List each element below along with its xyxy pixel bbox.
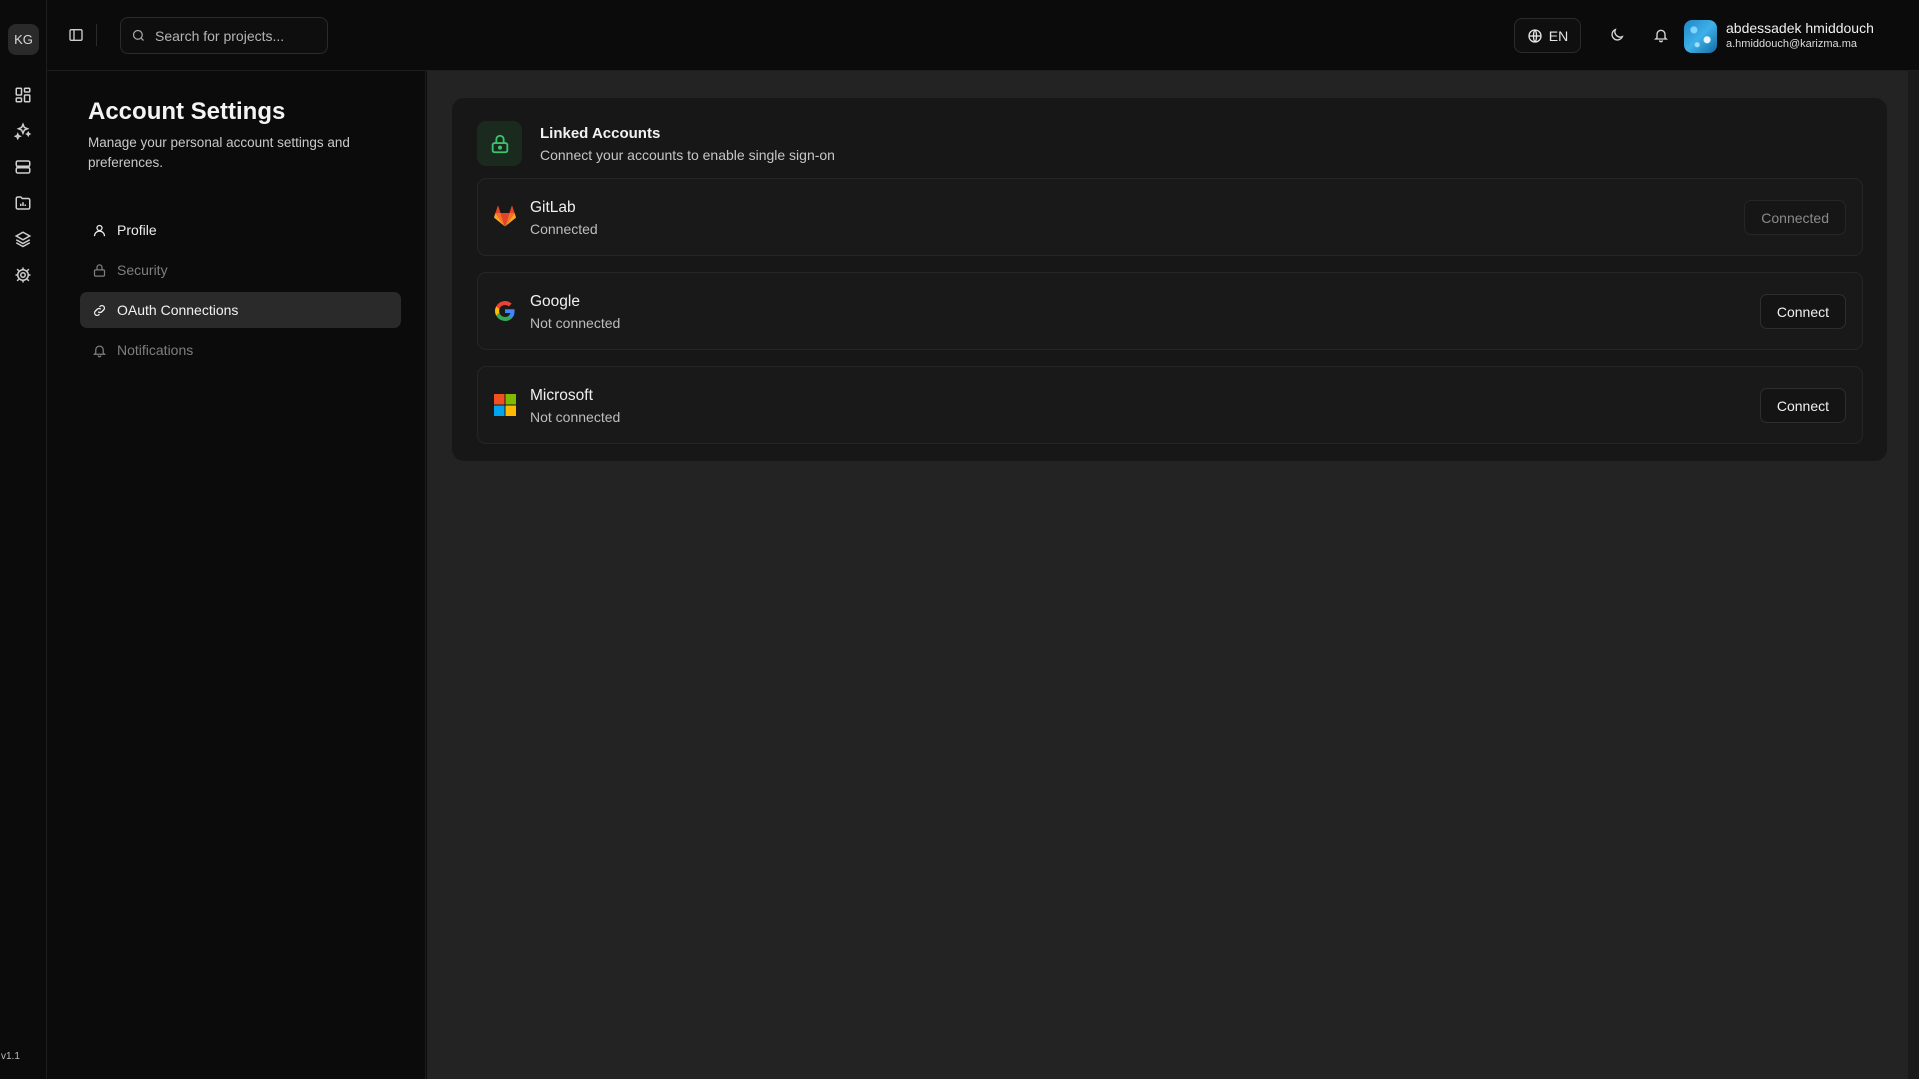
settings-sidebar: Account Settings Manage your personal ac… [47,71,426,1079]
page-subtitle: Manage your personal account settings an… [88,135,350,170]
provider-row-microsoft: Microsoft Not connected Connect [477,366,1863,444]
search-box[interactable] [120,17,328,54]
scrollbar[interactable] [1908,71,1919,1079]
provider-status: Not connected [530,409,621,425]
linked-accounts-card: Linked Accounts Connect your accounts to… [452,98,1887,461]
provider-name: Microsoft [530,387,593,404]
workspace-logo[interactable]: KG [8,24,39,55]
sparkles-icon[interactable] [12,120,34,142]
bell-icon [92,345,107,357]
google-icon [495,301,515,321]
dashboard-icon[interactable] [12,84,34,106]
app-version: v1.1 [1,1051,20,1062]
card-title: Linked Accounts [540,125,661,142]
provider-name: GitLab [530,199,576,216]
microsoft-icon [494,394,516,416]
globe-icon [1528,28,1542,43]
google-connect-button[interactable]: Connect [1759,294,1846,329]
provider-row-google: Google Not connected Connect [477,272,1863,350]
user-email: a.hmiddouch@karizma.ma [1726,38,1857,50]
provider-status: Not connected [530,315,621,331]
settings-nav-profile[interactable]: Profile [80,212,401,248]
provider-status: Connected [530,221,598,237]
page-title: Account Settings [88,98,286,125]
theme-toggle-moon-icon[interactable] [1607,25,1627,45]
settings-nav-label: Profile [117,222,157,238]
layers-icon[interactable] [12,228,34,250]
user-menu[interactable]: abdessadek hmiddouch a.hmiddouch@karizma… [1684,18,1919,54]
sidebar-toggle-icon[interactable] [66,25,86,45]
provider-name: Google [530,293,580,310]
settings-icon[interactable] [12,264,34,286]
language-button[interactable]: EN [1514,18,1581,53]
search-input[interactable] [155,27,325,44]
microsoft-connect-button[interactable]: Connect [1759,388,1846,423]
card-subtitle: Connect your accounts to enable single s… [540,147,835,163]
folder-chart-icon[interactable] [12,192,34,214]
lock-icon [93,263,106,277]
settings-nav-security[interactable]: Security [80,252,401,288]
settings-nav-label: Notifications [117,342,194,358]
settings-nav-label: OAuth Connections [117,302,239,318]
gitlab-connected-button[interactable]: Connected [1744,200,1846,235]
lock-icon [477,121,522,166]
icon-rail: KG v1.1 [0,0,47,1079]
settings-nav-oauth-connections[interactable]: OAuth Connections [80,292,401,328]
app-root: KG v1.1 EN [0,0,1919,1079]
gitlab-icon [494,205,516,227]
settings-nav-notifications[interactable]: Notifications [80,332,401,368]
settings-nav-label: Security [117,262,168,278]
search-icon [132,29,144,41]
server-icon[interactable] [12,156,34,178]
avatar [1684,20,1717,53]
language-label: EN [1548,27,1569,44]
top-bar: EN abdessadek hmiddouch a.hmiddouch@kari… [47,0,1919,71]
link-icon [94,304,105,316]
notifications-bell-icon[interactable] [1651,25,1671,45]
provider-row-gitlab: GitLab Connected Connected [477,178,1863,256]
main-content: Linked Accounts Connect your accounts to… [427,71,1919,1079]
user-icon [93,224,106,236]
user-name: abdessadek hmiddouch [1726,20,1874,36]
toolbar-divider [96,24,97,46]
